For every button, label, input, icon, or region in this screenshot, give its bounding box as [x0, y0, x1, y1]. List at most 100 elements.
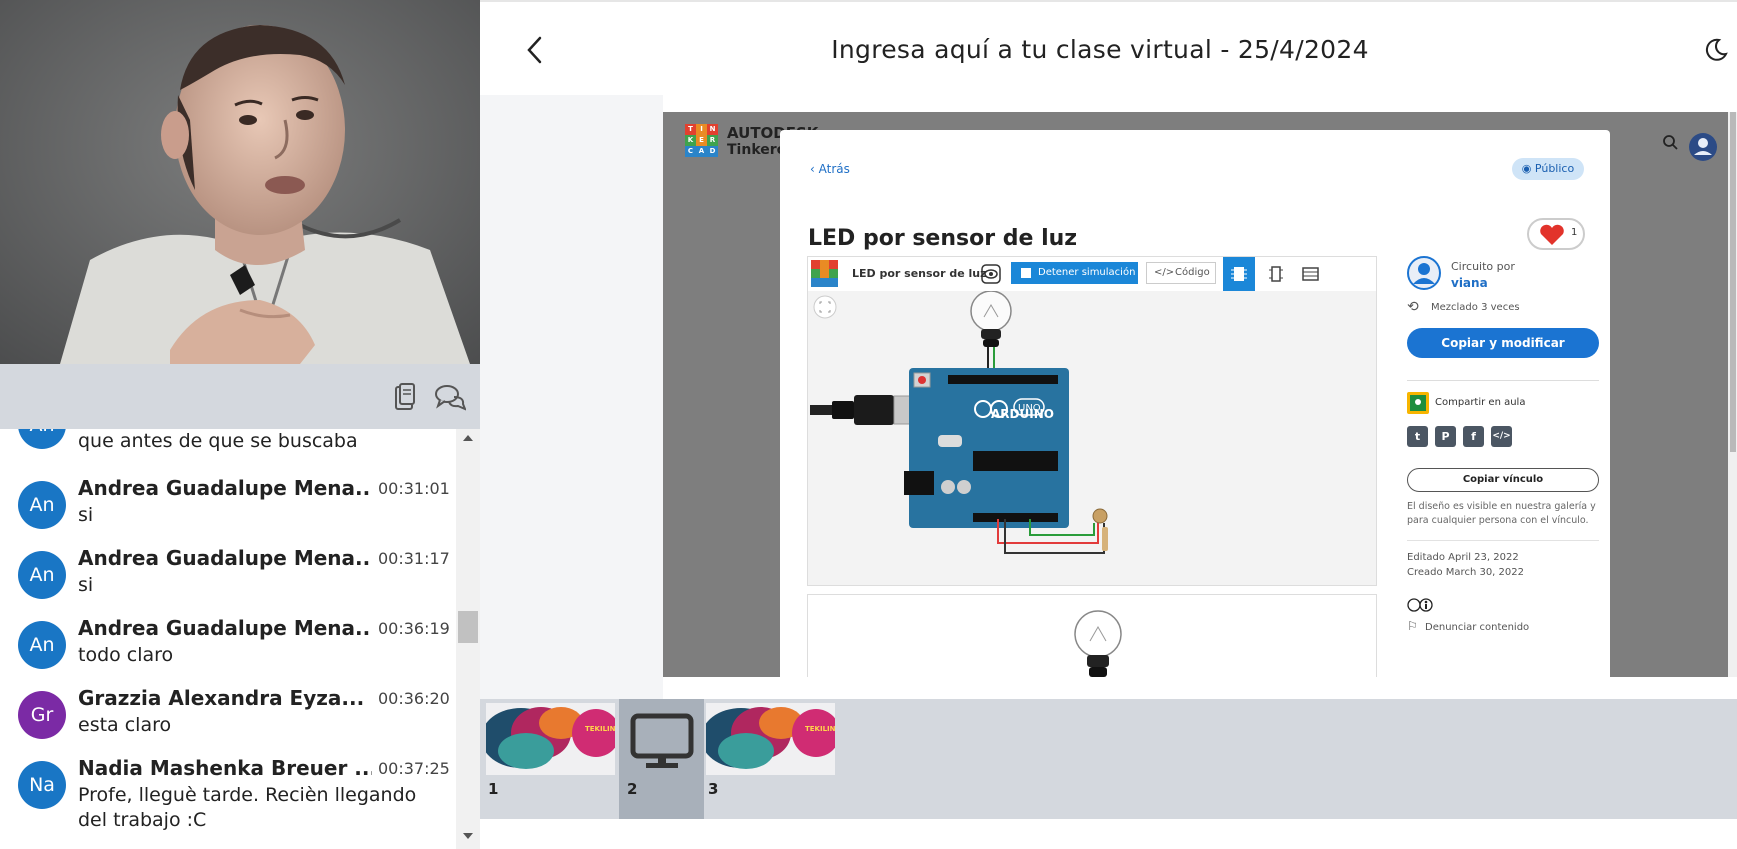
remix-count: Mezclado 3 veces — [1431, 302, 1520, 313]
light-bulb-preview — [1074, 610, 1122, 677]
page-title: Ingresa aquí a tu clase virtual - 25/4/2… — [831, 35, 1369, 64]
created-date: Creado March 30, 2022 — [1407, 567, 1524, 578]
globe-icon: ◉ — [1521, 162, 1535, 175]
moon-icon — [1705, 38, 1728, 61]
fit-view-icon — [813, 295, 837, 319]
author-link[interactable]: viana — [1451, 276, 1488, 290]
back-link-label: Atrás — [818, 162, 850, 176]
stop-simulation-label: Detener simulación — [1038, 267, 1136, 278]
circuit-simulator[interactable]: LED por sensor de luz Detener simulación… — [807, 256, 1377, 586]
design-sidebar: Circuito por viana ⟲ Mezclado 3 veces Co… — [1405, 256, 1615, 677]
embed-icon[interactable]: </> — [1491, 426, 1512, 447]
creative-commons-icon — [1407, 598, 1433, 612]
code-icon: </> — [1154, 267, 1175, 278]
design-detail-card: ‹ Atrás ◉ Público LED por sensor de luz … — [780, 130, 1610, 677]
chat-toggle-button[interactable] — [434, 382, 467, 412]
slide-thumbnail-selected[interactable]: 2 — [619, 699, 704, 819]
report-content-link[interactable]: Denunciar contenido — [1425, 622, 1529, 633]
edited-date: Editado April 23, 2022 — [1407, 552, 1519, 563]
chat-timestamp: 00:31:17 — [378, 549, 450, 568]
board-model: UNO — [1018, 403, 1041, 414]
photoresistor — [1092, 508, 1108, 524]
divider — [1407, 540, 1599, 541]
copy-and-modify-button[interactable]: Copiar y modificar — [1407, 328, 1599, 358]
chat-scrollbar[interactable] — [456, 429, 480, 849]
slide-image: TEKILIN LABS TEC — [706, 703, 835, 775]
avatar: An — [18, 551, 66, 599]
chat-message: Na Nadia Mashenka Breuer ... 00:37:25 Pr… — [0, 751, 456, 849]
schematic-icon[interactable] — [1260, 257, 1292, 291]
tinkercad-header-icons — [1663, 133, 1717, 161]
circuit-canvas: ARDUINO UNO — [810, 291, 1108, 554]
notes-button[interactable] — [389, 382, 419, 412]
google-classroom-icon[interactable] — [1407, 392, 1429, 414]
back-link[interactable]: ‹ Atrás — [810, 162, 850, 176]
chat-message-text: Profe, lleguè tarde. Recièn llegando del… — [78, 784, 417, 831]
design-title: LED por sensor de luz — [808, 226, 1078, 251]
avatar: Gr — [18, 691, 66, 739]
chat-author: Nadia Mashenka Breuer ... — [78, 756, 372, 780]
video-toolbar — [0, 364, 480, 429]
scrollbar-track — [458, 435, 478, 839]
remix-icon: ⟲ — [1407, 299, 1419, 315]
slide-strip: TEKILIN LABS TEC 1 2 — [480, 699, 1737, 819]
tinkercad-mini-logo — [811, 260, 838, 287]
code-button[interactable]: </> Código — [1146, 262, 1216, 284]
monitor-icon — [630, 713, 694, 768]
slide-number: 3 — [708, 780, 719, 798]
twitter-icon[interactable]: t — [1407, 426, 1428, 447]
divider — [1407, 380, 1599, 381]
shared-screen: T I N K E R C A D AUTODESK Tinkercad ‹ A… — [663, 112, 1728, 677]
view-eye-icon[interactable] — [981, 264, 1001, 284]
slide-thumbnail[interactable]: TEKILIN LABS TEC 3 — [704, 699, 843, 819]
slide-image: TEKILIN LABS TEC — [486, 703, 615, 775]
share-classroom-label[interactable]: Compartir en aula — [1435, 397, 1525, 408]
scroll-down-icon — [463, 833, 473, 839]
like-button[interactable]: 1 — [1527, 218, 1585, 250]
chat-author: Andrea Guadalupe Mena... — [78, 616, 372, 640]
slide-thumbnail[interactable]: TEKILIN LABS TEC 1 — [480, 699, 619, 819]
stage-margin — [480, 95, 663, 699]
flag-icon: ⚐ — [1407, 619, 1418, 633]
avatar: An — [18, 429, 66, 449]
video-frame — [0, 0, 480, 364]
facebook-icon[interactable]: f — [1463, 426, 1484, 447]
clipboard-icon — [395, 383, 415, 410]
code-label: Código — [1175, 267, 1210, 278]
chat-panel: An que antes de que se buscaba An Andrea… — [0, 429, 456, 849]
slide-number: 1 — [488, 780, 499, 798]
avatar: An — [18, 621, 66, 669]
stop-simulation-button[interactable]: Detener simulación — [1011, 262, 1138, 284]
theme-toggle-button[interactable] — [1703, 37, 1729, 63]
chat-timestamp: 00:36:19 — [378, 619, 450, 638]
chat-message: An Andrea Guadalupe Mena... 00:31:17 si — [0, 541, 456, 611]
search-icon — [1663, 135, 1675, 147]
avatar: Na — [18, 761, 66, 809]
microcontroller-chip — [973, 451, 1058, 471]
component-list-icon[interactable] — [1294, 257, 1326, 291]
slide-logo-text: TEKILIN LABS TEC — [805, 725, 835, 733]
pinterest-icon[interactable]: P — [1435, 426, 1456, 447]
author-avatar[interactable] — [1407, 256, 1441, 290]
chat-author: Andrea Guadalupe Mena... — [78, 546, 372, 570]
screen-scroll-thumb[interactable] — [1730, 112, 1736, 452]
heart-icon — [1540, 224, 1564, 245]
resistor — [1102, 527, 1108, 551]
slide-number: 2 — [627, 780, 638, 798]
chip-icon — [1231, 267, 1247, 281]
avatar: An — [18, 481, 66, 529]
chat-message: An que antes de que se buscaba — [0, 429, 456, 461]
visibility-badge[interactable]: ◉ Público — [1512, 158, 1584, 180]
light-bulb — [970, 291, 1012, 332]
teacher-video — [0, 0, 480, 364]
circuit-view-tab[interactable] — [1223, 257, 1255, 291]
app-root: An que antes de que se buscaba An Andrea… — [0, 0, 1737, 849]
chat-message: Gr Grazzia Alexandra Eyza... 00:36:20 es… — [0, 681, 456, 751]
like-count: 1 — [1571, 227, 1578, 238]
chat-message-text: si — [78, 504, 94, 526]
arduino-board — [909, 368, 1069, 528]
copy-link-button[interactable]: Copiar vínculo — [1407, 468, 1599, 492]
chat-message-text: esta claro — [78, 714, 172, 736]
slide-logo-text: TEKILIN LABS TEC — [585, 725, 615, 733]
chat-timestamp: 00:37:25 — [378, 759, 450, 778]
